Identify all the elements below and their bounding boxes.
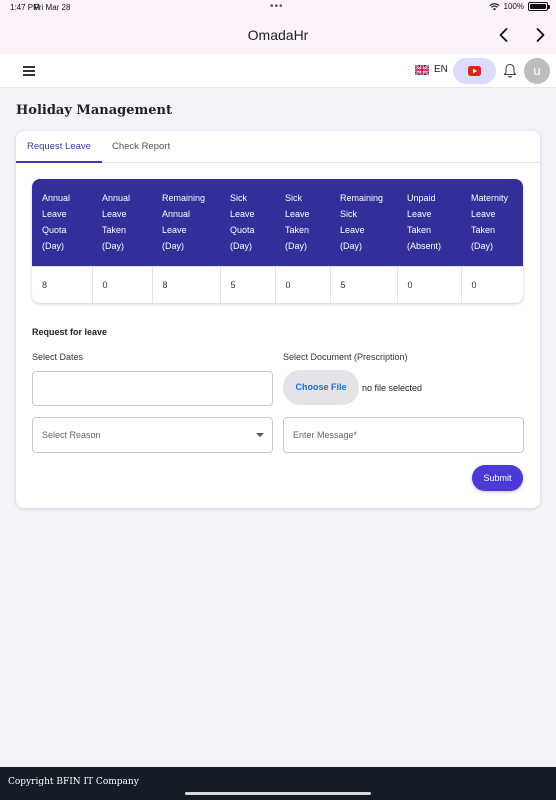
table-header-line: (Day) bbox=[340, 241, 362, 251]
table-header-line: Leave bbox=[230, 209, 255, 219]
youtube-button[interactable] bbox=[453, 58, 496, 84]
title-bar: OmadaHr bbox=[0, 16, 556, 54]
table-header-line: (Day) bbox=[102, 241, 124, 251]
avatar[interactable]: u bbox=[524, 58, 550, 84]
table-header-line: Leave bbox=[285, 209, 310, 219]
table-header-line: (Day) bbox=[230, 241, 252, 251]
table-header-line: (Day) bbox=[162, 241, 184, 251]
table-cell: 8 bbox=[32, 265, 93, 303]
table-header-cell: Annual Leave Quota (Day) bbox=[32, 179, 92, 266]
table-header-cell: Maternity Leave Taken (Day) bbox=[461, 179, 523, 266]
copyright-text: Copyright BFIN IT Company bbox=[8, 777, 139, 787]
table-header-line: Leave bbox=[340, 225, 365, 235]
table-cell: 0 bbox=[92, 265, 153, 303]
table-header-cell: Sick Leave Quota (Day) bbox=[220, 179, 275, 266]
table-cell: 0 bbox=[275, 265, 331, 303]
page-title: Holiday Management bbox=[16, 103, 172, 118]
table-header-line: Leave bbox=[42, 209, 67, 219]
submit-button[interactable]: Submit bbox=[472, 465, 523, 491]
reason-placeholder: Select Reason bbox=[42, 430, 101, 440]
table-header-line: (Day) bbox=[42, 241, 64, 251]
table-header-cell: Unpaid Leave Taken (Absent) bbox=[397, 179, 461, 266]
table-header-line: Taken bbox=[285, 225, 310, 235]
holiday-card: Request Leave Check Report Annual Leave Qu… bbox=[16, 131, 540, 508]
status-right: 100% bbox=[488, 2, 550, 11]
table-cell: 5 bbox=[220, 265, 276, 303]
table-header-line: Leave bbox=[471, 209, 496, 219]
bell-icon[interactable] bbox=[503, 63, 517, 79]
table-header-line: (Day) bbox=[471, 241, 493, 251]
footer: Copyright BFIN IT Company bbox=[0, 767, 556, 800]
message-placeholder: Enter Message* bbox=[293, 430, 358, 440]
battery-percent: 100% bbox=[503, 2, 524, 11]
reason-select[interactable]: Select Reason bbox=[32, 417, 273, 453]
table-header-cell: Annual Leave Taken (Day) bbox=[92, 179, 152, 266]
tab-bar: Request Leave Check Report bbox=[16, 131, 540, 163]
table-cell: 8 bbox=[152, 265, 221, 303]
table-header-line: Remaining bbox=[340, 193, 384, 203]
table-header-line: Remaining bbox=[162, 193, 206, 203]
table-header-line: Sick bbox=[285, 193, 303, 203]
multitasking-dots-icon[interactable]: ••• bbox=[270, 1, 284, 12]
table-header-line: Annual bbox=[42, 193, 71, 203]
status-date: Fri Mar 28 bbox=[34, 3, 71, 12]
language-selector[interactable]: EN bbox=[415, 64, 448, 75]
table-header-line: (Day) bbox=[285, 241, 307, 251]
form-section-title: Request for leave bbox=[32, 327, 108, 337]
table-cell: 5 bbox=[330, 265, 398, 303]
battery-icon bbox=[528, 2, 550, 11]
choose-file-button[interactable]: Choose File bbox=[283, 370, 359, 405]
table-header-line: Leave bbox=[162, 225, 187, 235]
caret-down-icon bbox=[256, 433, 264, 437]
table-header-line: Taken bbox=[102, 225, 127, 235]
table-header-line: Annual bbox=[162, 209, 191, 219]
table-header-line: Sick bbox=[230, 193, 248, 203]
language-label: EN bbox=[434, 64, 448, 75]
tab-check-report[interactable]: Check Report bbox=[112, 141, 170, 152]
hamburger-menu-icon[interactable] bbox=[23, 66, 35, 76]
table-header-line: Leave bbox=[102, 209, 127, 219]
table-header-cell: Remaining Annual Leave (Day) bbox=[152, 179, 220, 266]
leave-summary-table: Annual Leave Quota (Day) Annual Leave Taken (Da… bbox=[32, 179, 523, 303]
chevron-right-icon[interactable] bbox=[530, 25, 550, 45]
table-header-line: Quota bbox=[230, 225, 255, 235]
chevron-left-icon[interactable] bbox=[494, 25, 514, 45]
message-input[interactable]: Enter Message* bbox=[283, 417, 524, 453]
table-header-line: Maternity bbox=[471, 193, 509, 203]
table-header-line: Unpaid bbox=[407, 193, 436, 203]
table-cell: 0 bbox=[461, 265, 523, 303]
table-header-line: Taken bbox=[471, 225, 496, 235]
tab-request-leave[interactable]: Request Leave bbox=[27, 141, 91, 152]
home-indicator bbox=[185, 792, 371, 795]
select-dates-label: Select Dates bbox=[32, 352, 84, 362]
uk-flag-icon bbox=[415, 64, 429, 75]
status-bar: 1:47 PM Fri Mar 28 ••• 100% bbox=[0, 0, 556, 16]
table-row: 80850500 bbox=[32, 265, 523, 303]
app-title: OmadaHr bbox=[247, 27, 309, 43]
select-document-label: Select Document (Prescription) bbox=[283, 352, 408, 362]
table-header-line: Sick bbox=[340, 209, 358, 219]
table-header-line: Leave bbox=[407, 209, 432, 219]
youtube-icon bbox=[468, 66, 481, 76]
app-header: EN u bbox=[0, 54, 556, 88]
table-header-line: Quota bbox=[42, 225, 67, 235]
table-header-cell: Remaining Sick Leave (Day) bbox=[330, 179, 397, 266]
table-header-line: Annual bbox=[102, 193, 131, 203]
wifi-icon bbox=[488, 2, 500, 11]
table-cell: 0 bbox=[397, 265, 462, 303]
table-header-row: Annual Leave Quota (Day) Annual Leave Taken (Da… bbox=[32, 179, 523, 266]
table-header-cell: Sick Leave Taken (Day) bbox=[275, 179, 330, 266]
no-file-text: no file selected bbox=[362, 383, 423, 393]
active-tab-indicator bbox=[16, 161, 102, 163]
table-header-line: (Absent) bbox=[407, 241, 442, 251]
table-header-line: Taken bbox=[407, 225, 432, 235]
select-dates-input[interactable] bbox=[32, 371, 273, 406]
